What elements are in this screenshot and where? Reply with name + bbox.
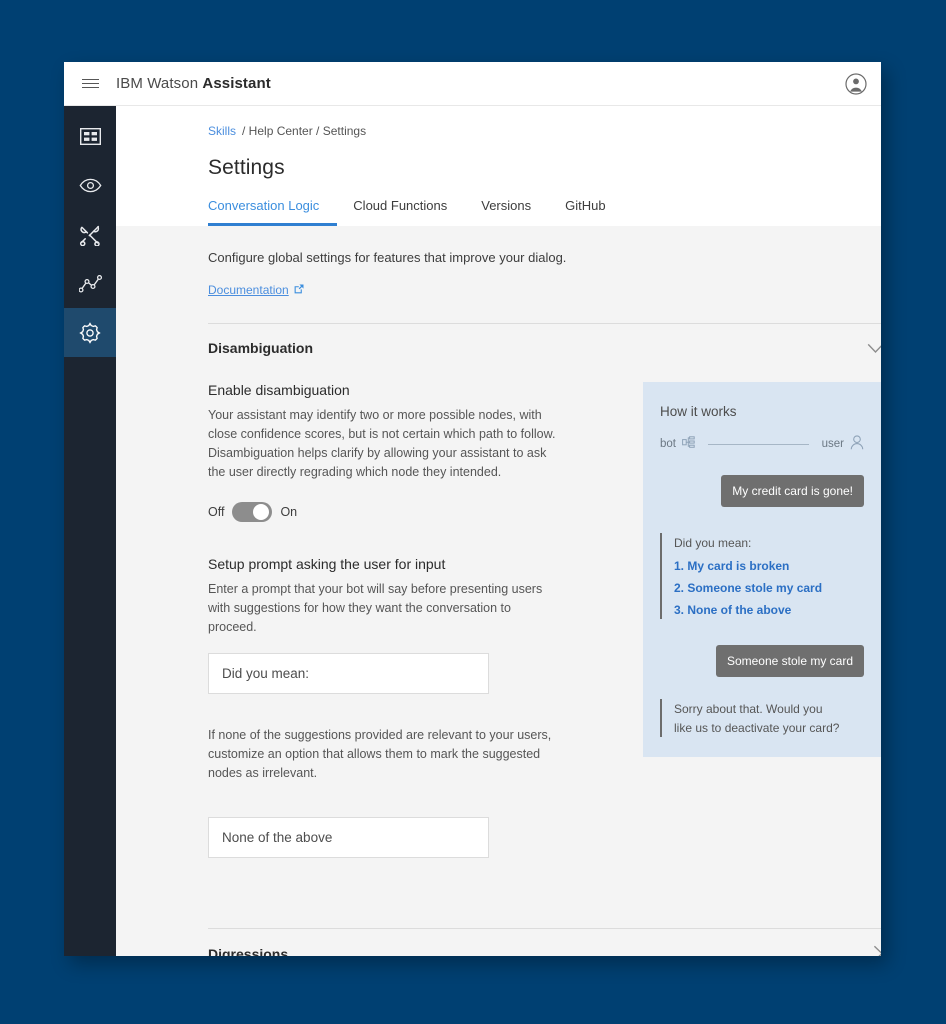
documentation-link[interactable]: Documentation [208,283,304,297]
setup-prompt-input[interactable]: Did you mean: [208,653,489,694]
section-title-disambiguation: Disambiguation [208,340,314,356]
suggestion-option-2[interactable]: 2. Someone stole my card [674,579,822,597]
tab-versions[interactable]: Versions [481,194,549,226]
breadcrumb: Skills / Help Center / Settings [116,124,881,138]
user-avatar-icon[interactable] [845,72,867,95]
app-title-light: IBM Watson [116,75,203,92]
page-header: Skills / Help Center / Settings Settings… [116,106,881,226]
app-title-bold: Assistant [202,75,271,92]
left-rail [64,106,116,956]
tab-cloud-functions[interactable]: Cloud Functions [353,194,465,226]
setup-prompt-label: Setup prompt asking the user for input [208,556,446,572]
how-it-works-column: How it works bot user My credit card is … [643,382,881,858]
main-column: Skills / Help Center / Settings Settings… [116,106,881,956]
sidebar-item-preview[interactable] [64,161,116,210]
dialog-tree-icon [682,436,695,452]
analytics-line-chart-icon [78,274,102,293]
body-split: Skills / Help Center / Settings Settings… [64,106,881,956]
chat-message-bot-2: Sorry about that. Would you like us to d… [660,699,864,738]
content-inner: Configure global settings for features t… [116,250,881,956]
chat-message-user-1-row: My credit card is gone! [660,475,864,507]
gear-icon [79,321,101,344]
tools-icon [79,224,101,246]
toggle-on-label: On [280,505,298,519]
bot-message-accent-bar-2 [660,699,662,738]
bot-message-accent-bar [660,533,662,620]
section-header-disambiguation[interactable]: Disambiguation [208,324,881,372]
tab-github[interactable]: GitHub [565,194,623,226]
toggle-knob [253,504,270,520]
tab-conversation-logic[interactable]: Conversation Logic [208,194,338,226]
disambiguation-toggle[interactable] [232,502,273,522]
legend-connector-line [708,443,809,445]
sidebar-item-tools[interactable] [64,210,116,259]
page-title-app: IBM Watson Assistant [116,75,271,92]
documentation-link-row: Documentation [208,281,881,299]
sidebar-item-skills[interactable] [64,112,116,161]
app-header: IBM Watson Assistant [64,62,881,106]
bot-prompt-text: Did you mean: [674,536,752,550]
person-icon [850,435,864,453]
setup-prompt-group: Setup prompt asking the user for input E… [208,556,623,694]
disambiguation-toggle-row: Off On [208,502,623,522]
app-window: IBM Watson Assistant Skills / Help Cente… [64,62,881,956]
disambiguation-body: Enable disambiguation Your assistant may… [208,372,881,858]
enable-disambiguation-label: Enable disambiguation [208,382,350,398]
sidebar-item-analytics[interactable] [64,259,116,308]
section-title-digressions: Digressions [208,945,289,957]
bot-message-body-2: Sorry about that. Would you like us to d… [674,699,839,737]
tab-bar: Conversation Logic Cloud Functions Versi… [116,194,881,226]
external-link-icon [294,283,304,297]
chat-message-user-1: My credit card is gone! [721,475,864,507]
section-header-digressions[interactable]: Digressions [208,929,881,956]
dashboard-grid-icon [79,128,101,145]
toggle-off-label: Off [208,505,225,519]
sidebar-item-settings[interactable] [64,308,116,357]
chevron-down-icon[interactable] [867,343,881,354]
eye-icon [79,178,102,193]
how-it-works-title: How it works [660,404,737,419]
how-it-works-panel: How it works bot user My credit card is … [643,382,881,758]
chat-message-user-2: Someone stole my card [715,645,864,678]
hamburger-icon[interactable] [64,62,116,106]
irrelevant-option-description: If none of the suggestions provided are … [208,728,552,780]
irrelevant-option-input[interactable]: None of the above [208,817,489,858]
suggestion-option-1[interactable]: 1. My card is broken [674,557,822,575]
setup-prompt-description: Enter a prompt that your bot will say be… [208,582,543,634]
breadcrumb-rest: / Help Center / Settings [242,124,367,138]
chat-message-bot-1: Did you mean: 1. My card is broken 2. So… [660,533,864,620]
legend-bot-label: bot [660,438,676,450]
bot-reply-line-2: like us to deactivate your card? [674,720,840,735]
chevron-right-icon[interactable] [873,945,881,956]
irrelevant-option-group: If none of the suggestions provided are … [208,726,623,858]
bot-message-body: Did you mean: 1. My card is broken 2. So… [674,533,822,619]
intro-text: Configure global settings for features t… [208,250,567,265]
content-area: Configure global settings for features t… [116,226,881,956]
chat-message-user-2-row: Someone stole my card [660,645,864,678]
bot-reply-line-1: Sorry about that. Would you [674,702,823,717]
enable-disambiguation-description: Your assistant may identify two or more … [208,408,556,479]
how-it-works-legend: bot user [660,435,864,453]
breadcrumb-link-skills[interactable]: Skills [208,124,236,138]
legend-user-label: user [821,438,844,450]
documentation-link-label: Documentation [208,283,289,297]
suggestion-option-3[interactable]: 3. None of the above [674,601,822,619]
page-title: Settings [208,156,285,179]
disambiguation-settings-column: Enable disambiguation Your assistant may… [208,382,623,858]
